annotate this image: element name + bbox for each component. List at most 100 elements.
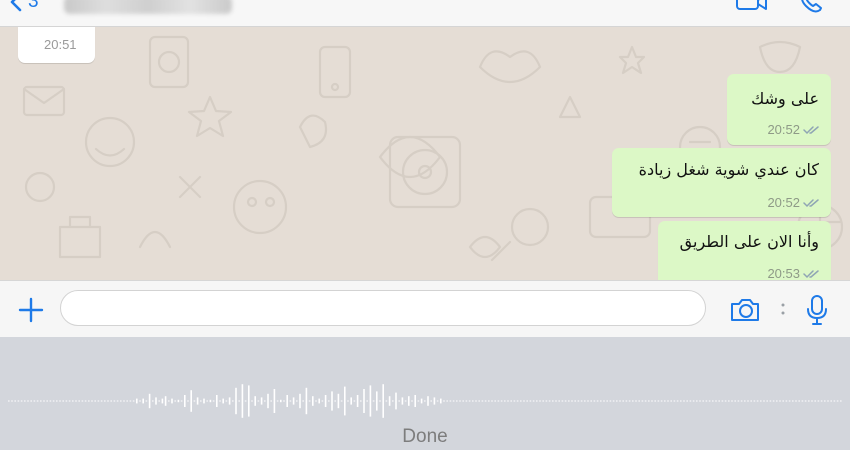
back-button[interactable]: 3 xyxy=(10,0,39,13)
waveform-bar xyxy=(334,400,336,402)
waveform-bar xyxy=(651,400,653,402)
waveform-bar xyxy=(193,400,196,402)
microphone-icon[interactable] xyxy=(805,294,829,326)
waveform-bar xyxy=(161,398,164,404)
waveform-bar xyxy=(347,400,349,402)
waveform-bar xyxy=(510,400,512,402)
double-check-icon xyxy=(803,269,819,278)
outgoing-message[interactable]: كان عندي شوية شغل زيادة 20:52 xyxy=(612,148,831,217)
waveform-bar xyxy=(606,400,608,402)
waveform-bar xyxy=(811,400,813,402)
waveform-bar xyxy=(254,396,256,406)
waveform-bar xyxy=(206,400,208,402)
waveform-bar xyxy=(315,400,317,402)
waveform-bar xyxy=(740,400,743,402)
waveform-bar xyxy=(686,400,688,402)
waveform-bar xyxy=(497,400,500,402)
waveform-bar xyxy=(561,400,564,402)
waveform-bar xyxy=(228,397,231,405)
waveform-bar xyxy=(222,398,224,404)
camera-icon[interactable] xyxy=(729,296,761,324)
waveform-bar xyxy=(750,400,752,402)
incoming-message[interactable]: 20:51 xyxy=(18,27,95,63)
waveform-bar xyxy=(465,400,468,402)
waveform-bar xyxy=(504,400,506,402)
waveform-bar xyxy=(808,400,810,402)
waveform-bar xyxy=(219,400,221,402)
waveform-bar xyxy=(660,400,663,402)
waveform-bar xyxy=(763,400,765,402)
waveform-bar xyxy=(424,400,426,402)
waveform-bar xyxy=(766,400,768,402)
waveform-bar xyxy=(369,385,372,417)
waveform-bar xyxy=(427,396,429,406)
chat-area[interactable]: 20:51 على وشك 20:52 كان عندي شوية شغل زي… xyxy=(0,27,850,280)
waveform-bar xyxy=(209,399,212,403)
waveform-bar xyxy=(142,398,144,404)
waveform-bar xyxy=(737,400,740,402)
done-button[interactable]: Done xyxy=(0,426,850,448)
waveform-bar xyxy=(712,400,714,402)
waveform-bar xyxy=(584,400,586,402)
waveform-bar xyxy=(673,400,676,402)
waveform-bar xyxy=(468,400,471,402)
waveform-bar xyxy=(472,400,474,402)
waveform-bar xyxy=(449,400,452,402)
message-time: 20:53 xyxy=(767,266,800,280)
waveform-bar xyxy=(270,400,272,402)
waveform-bar xyxy=(392,400,394,402)
dictation-panel: Done xyxy=(0,337,850,450)
waveform-bar xyxy=(340,400,343,402)
waveform-bar xyxy=(571,400,573,402)
waveform-bar xyxy=(164,396,167,406)
contact-name[interactable] xyxy=(64,0,232,14)
waveform-bar xyxy=(46,400,48,402)
composer-bar xyxy=(0,280,850,338)
video-call-icon[interactable] xyxy=(735,0,769,18)
waveform-bar xyxy=(676,400,679,402)
waveform-bar xyxy=(168,400,170,402)
outgoing-message[interactable]: على وشك 20:52 xyxy=(727,74,831,145)
waveform-bar xyxy=(280,399,282,403)
waveform-bar xyxy=(724,400,727,402)
waveform-bar xyxy=(436,400,439,402)
waveform-bar xyxy=(641,400,644,402)
waveform-bar xyxy=(833,400,836,402)
waveform-bar xyxy=(520,400,522,402)
waveform-bar xyxy=(702,400,704,402)
waveform-bar xyxy=(580,400,583,402)
phone-call-icon[interactable] xyxy=(798,0,828,18)
waveform-bar xyxy=(523,400,525,402)
waveform-bar xyxy=(817,400,820,402)
waveform-bar xyxy=(139,400,141,402)
waveform-bar xyxy=(596,400,599,402)
waveform-bar xyxy=(94,400,96,402)
waveform-bar xyxy=(433,397,436,405)
plus-icon[interactable] xyxy=(18,297,44,323)
outgoing-message[interactable]: وأنا الان على الطريق 20:53 xyxy=(658,221,831,280)
waveform-bar xyxy=(593,400,596,402)
waveform-bar xyxy=(113,400,116,402)
waveform-bar xyxy=(91,400,93,402)
waveform-bar xyxy=(68,400,71,402)
waveform-bar xyxy=(232,400,234,402)
waveform-bar xyxy=(104,400,106,402)
waveform-bar xyxy=(200,400,202,402)
waveform-bar xyxy=(107,400,109,402)
waveform-bar xyxy=(708,400,711,402)
waveform-bar xyxy=(769,400,772,402)
waveform-bar xyxy=(568,400,570,402)
waveform-bar xyxy=(81,400,84,402)
waveform-bar xyxy=(328,400,330,402)
waveform-bar xyxy=(440,398,442,404)
message-meta: 20:53 xyxy=(767,266,821,280)
waveform-bar xyxy=(260,397,263,405)
waveform-bar xyxy=(785,400,788,402)
waveform-bar xyxy=(625,400,628,402)
message-time: 20:51 xyxy=(44,37,77,52)
waveform-bar xyxy=(414,395,416,407)
unread-count: 3 xyxy=(28,0,39,12)
message-input[interactable] xyxy=(60,290,706,326)
waveform-bar xyxy=(404,400,407,402)
waveform-bar xyxy=(782,400,784,402)
